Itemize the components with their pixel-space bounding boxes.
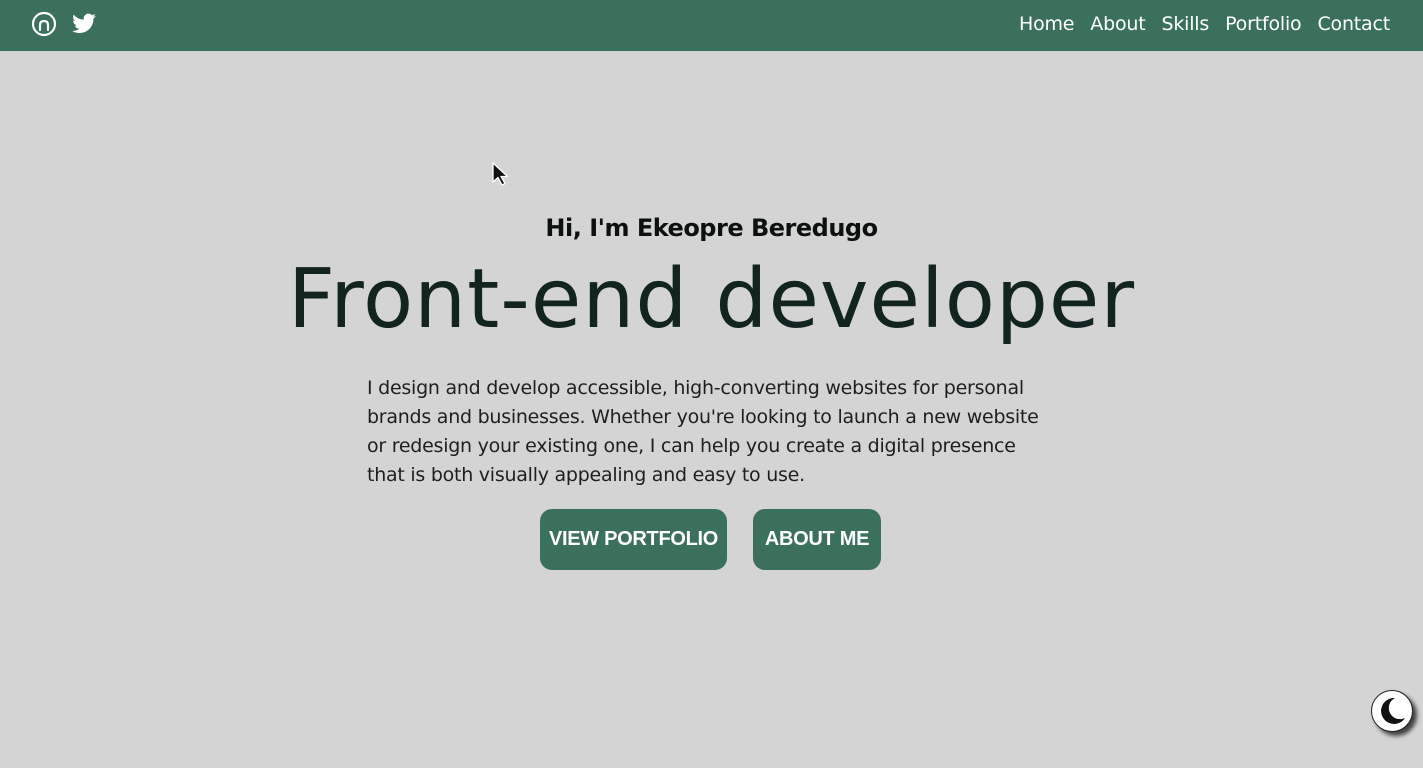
nav-home[interactable]: Home: [1019, 13, 1075, 35]
nav-about[interactable]: About: [1090, 13, 1145, 35]
main-nav: Home About Skills Portfolio Contact: [1019, 0, 1390, 48]
hero-description: I design and develop accessible, high-co…: [367, 377, 1039, 486]
view-portfolio-button[interactable]: VIEW PORTFOLIO: [540, 509, 727, 570]
moon-icon: [1381, 697, 1405, 724]
nav-portfolio[interactable]: Portfolio: [1225, 13, 1302, 35]
hero-headline: Front-end developer: [287, 252, 1136, 347]
hero-greeting: Hi, I'm Ekeopre Beredugo: [545, 214, 878, 242]
nav-skills[interactable]: Skills: [1161, 13, 1209, 35]
twitter-icon[interactable]: [71, 11, 97, 37]
theme-toggle-button[interactable]: [1371, 690, 1413, 732]
nav-contact[interactable]: Contact: [1317, 13, 1390, 35]
top-navbar: Home About Skills Portfolio Contact: [0, 0, 1423, 51]
github-icon[interactable]: [31, 11, 57, 37]
mouse-cursor-icon: [492, 162, 509, 186]
about-me-button[interactable]: ABOUT ME: [753, 509, 881, 570]
